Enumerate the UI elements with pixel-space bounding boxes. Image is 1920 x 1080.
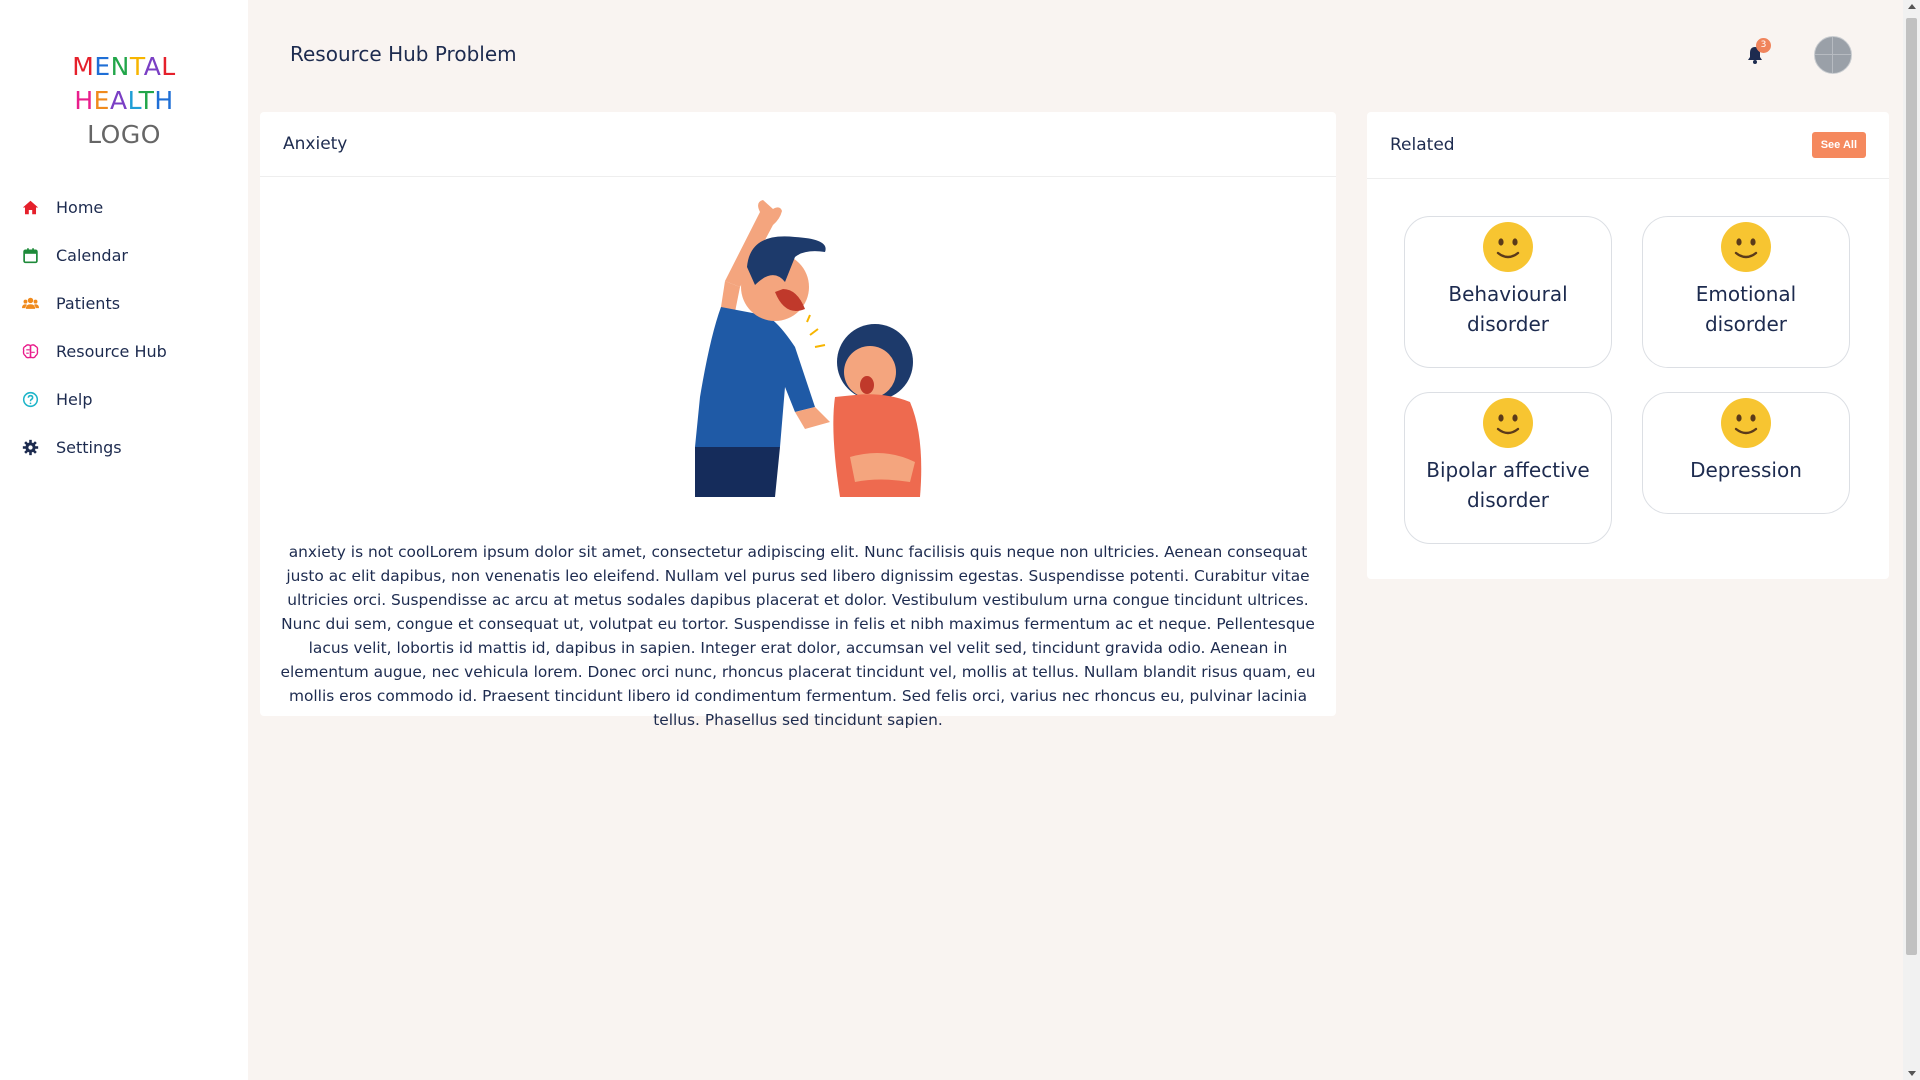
article-body: anxiety is not coolLorem ipsum dolor sit… (280, 543, 1316, 730)
logo-letter: E (93, 86, 110, 115)
sidebar-item-calendar[interactable]: Calendar (0, 231, 248, 279)
logo-letter: E (94, 52, 111, 81)
smiley-icon (1721, 398, 1771, 448)
sidebar-item-label: Settings (56, 437, 122, 457)
tile-label-line: Emotional (1695, 282, 1797, 306)
logo-letter: A (109, 86, 128, 115)
tile-label: Bipolar affective disorder (1405, 455, 1611, 515)
logo-letter: T (129, 52, 144, 81)
logo-letter: L (127, 86, 139, 115)
logo-line-1: MENTAL (0, 50, 248, 84)
logo-letter: H (154, 86, 174, 115)
page-scrollbar[interactable] (1903, 0, 1920, 1080)
anxiety-illustration (655, 197, 955, 497)
sidebar-item-label: Home (56, 197, 104, 217)
sidebar-nav: Home Calendar Patients Resource Hub Help (0, 183, 248, 471)
gear-icon (22, 439, 56, 456)
sidebar-item-label: Calendar (56, 245, 128, 265)
logo-letter: A (143, 52, 162, 81)
logo-letter: L (161, 52, 176, 81)
scroll-up-icon[interactable] (1908, 4, 1916, 9)
page-title: Resource Hub Problem (290, 42, 517, 66)
related-tile-behavioural[interactable]: Behavioural disorder (1404, 216, 1612, 368)
related-title: Related (1390, 135, 1455, 155)
tile-label-line: disorder (1466, 312, 1549, 336)
tile-label-line: Behavioural (1448, 282, 1568, 306)
tile-label-line: Bipolar affective (1426, 458, 1590, 482)
logo-letter: T (138, 86, 155, 115)
logo: MENTAL HEALTH LOGO (0, 50, 248, 152)
sidebar-item-label: Patients (56, 293, 121, 313)
smiley-icon (1483, 398, 1533, 448)
article-title: Anxiety (260, 112, 1336, 177)
tile-label-line: disorder (1466, 488, 1549, 512)
calendar-icon (22, 247, 56, 264)
scroll-down-icon[interactable] (1908, 1071, 1916, 1076)
tile-label: Behavioural disorder (1405, 279, 1611, 339)
sidebar-item-label: Help (56, 389, 93, 409)
sidebar: MENTAL HEALTH LOGO Home Calendar Patient… (0, 0, 248, 1080)
logo-letter: M (72, 52, 95, 81)
home-icon (22, 199, 56, 216)
sidebar-item-home[interactable]: Home (0, 183, 248, 231)
sidebar-item-settings[interactable]: Settings (0, 423, 248, 471)
smiley-icon (1483, 222, 1533, 272)
related-header: Related See All (1367, 112, 1889, 179)
brain-icon (22, 343, 56, 360)
see-all-button[interactable]: See All (1811, 132, 1866, 158)
scroll-thumb[interactable] (1906, 18, 1917, 955)
tile-label-line: Depression (1690, 458, 1802, 482)
sidebar-item-patients[interactable]: Patients (0, 279, 248, 327)
help-icon (22, 391, 56, 408)
article-card: Anxiety anxiety is not coolLorem ipsum d… (260, 112, 1336, 729)
smiley-icon (1721, 222, 1771, 272)
tile-label: Depression (1643, 455, 1849, 485)
related-card: Related See All Behavioural disorder Emo… (1367, 112, 1889, 579)
logo-letter: N (110, 52, 130, 81)
notification-badge: 3 (1756, 38, 1771, 53)
tile-label: Emotional disorder (1643, 279, 1849, 339)
logo-line-3: LOGO (87, 120, 161, 149)
avatar[interactable] (1814, 36, 1852, 74)
tile-label-line: disorder (1704, 312, 1787, 336)
related-tile-bipolar[interactable]: Bipolar affective disorder (1404, 392, 1612, 544)
sidebar-item-label: Resource Hub (56, 341, 167, 361)
users-icon (22, 295, 56, 312)
sidebar-item-help[interactable]: Help (0, 375, 248, 423)
logo-letter: H (74, 86, 94, 115)
logo-line-2: HEALTH (0, 84, 248, 118)
related-tile-depression[interactable]: Depression (1642, 392, 1850, 514)
sidebar-item-resource-hub[interactable]: Resource Hub (0, 327, 248, 375)
related-tile-emotional[interactable]: Emotional disorder (1642, 216, 1850, 368)
